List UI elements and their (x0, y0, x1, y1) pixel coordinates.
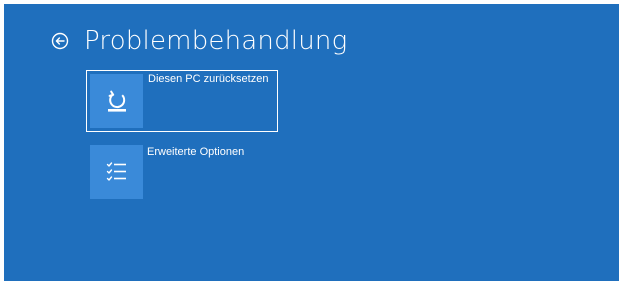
advanced-options-option[interactable]: Erweiterte Optionen (86, 144, 278, 206)
reset-pc-icon (90, 74, 143, 128)
back-button[interactable] (50, 31, 70, 51)
recovery-screen: Problembehandlung Diesen PC zurücksetzen… (4, 4, 619, 281)
checklist-icon (90, 145, 143, 199)
back-arrow-circle-icon (51, 32, 69, 50)
reset-pc-option[interactable]: Diesen PC zurücksetzen (86, 70, 278, 132)
advanced-options-label: Erweiterte Optionen (147, 146, 245, 158)
reset-pc-label: Diesen PC zurücksetzen (148, 73, 269, 85)
header: Problembehandlung (50, 24, 347, 58)
page-title: Problembehandlung (84, 26, 348, 56)
